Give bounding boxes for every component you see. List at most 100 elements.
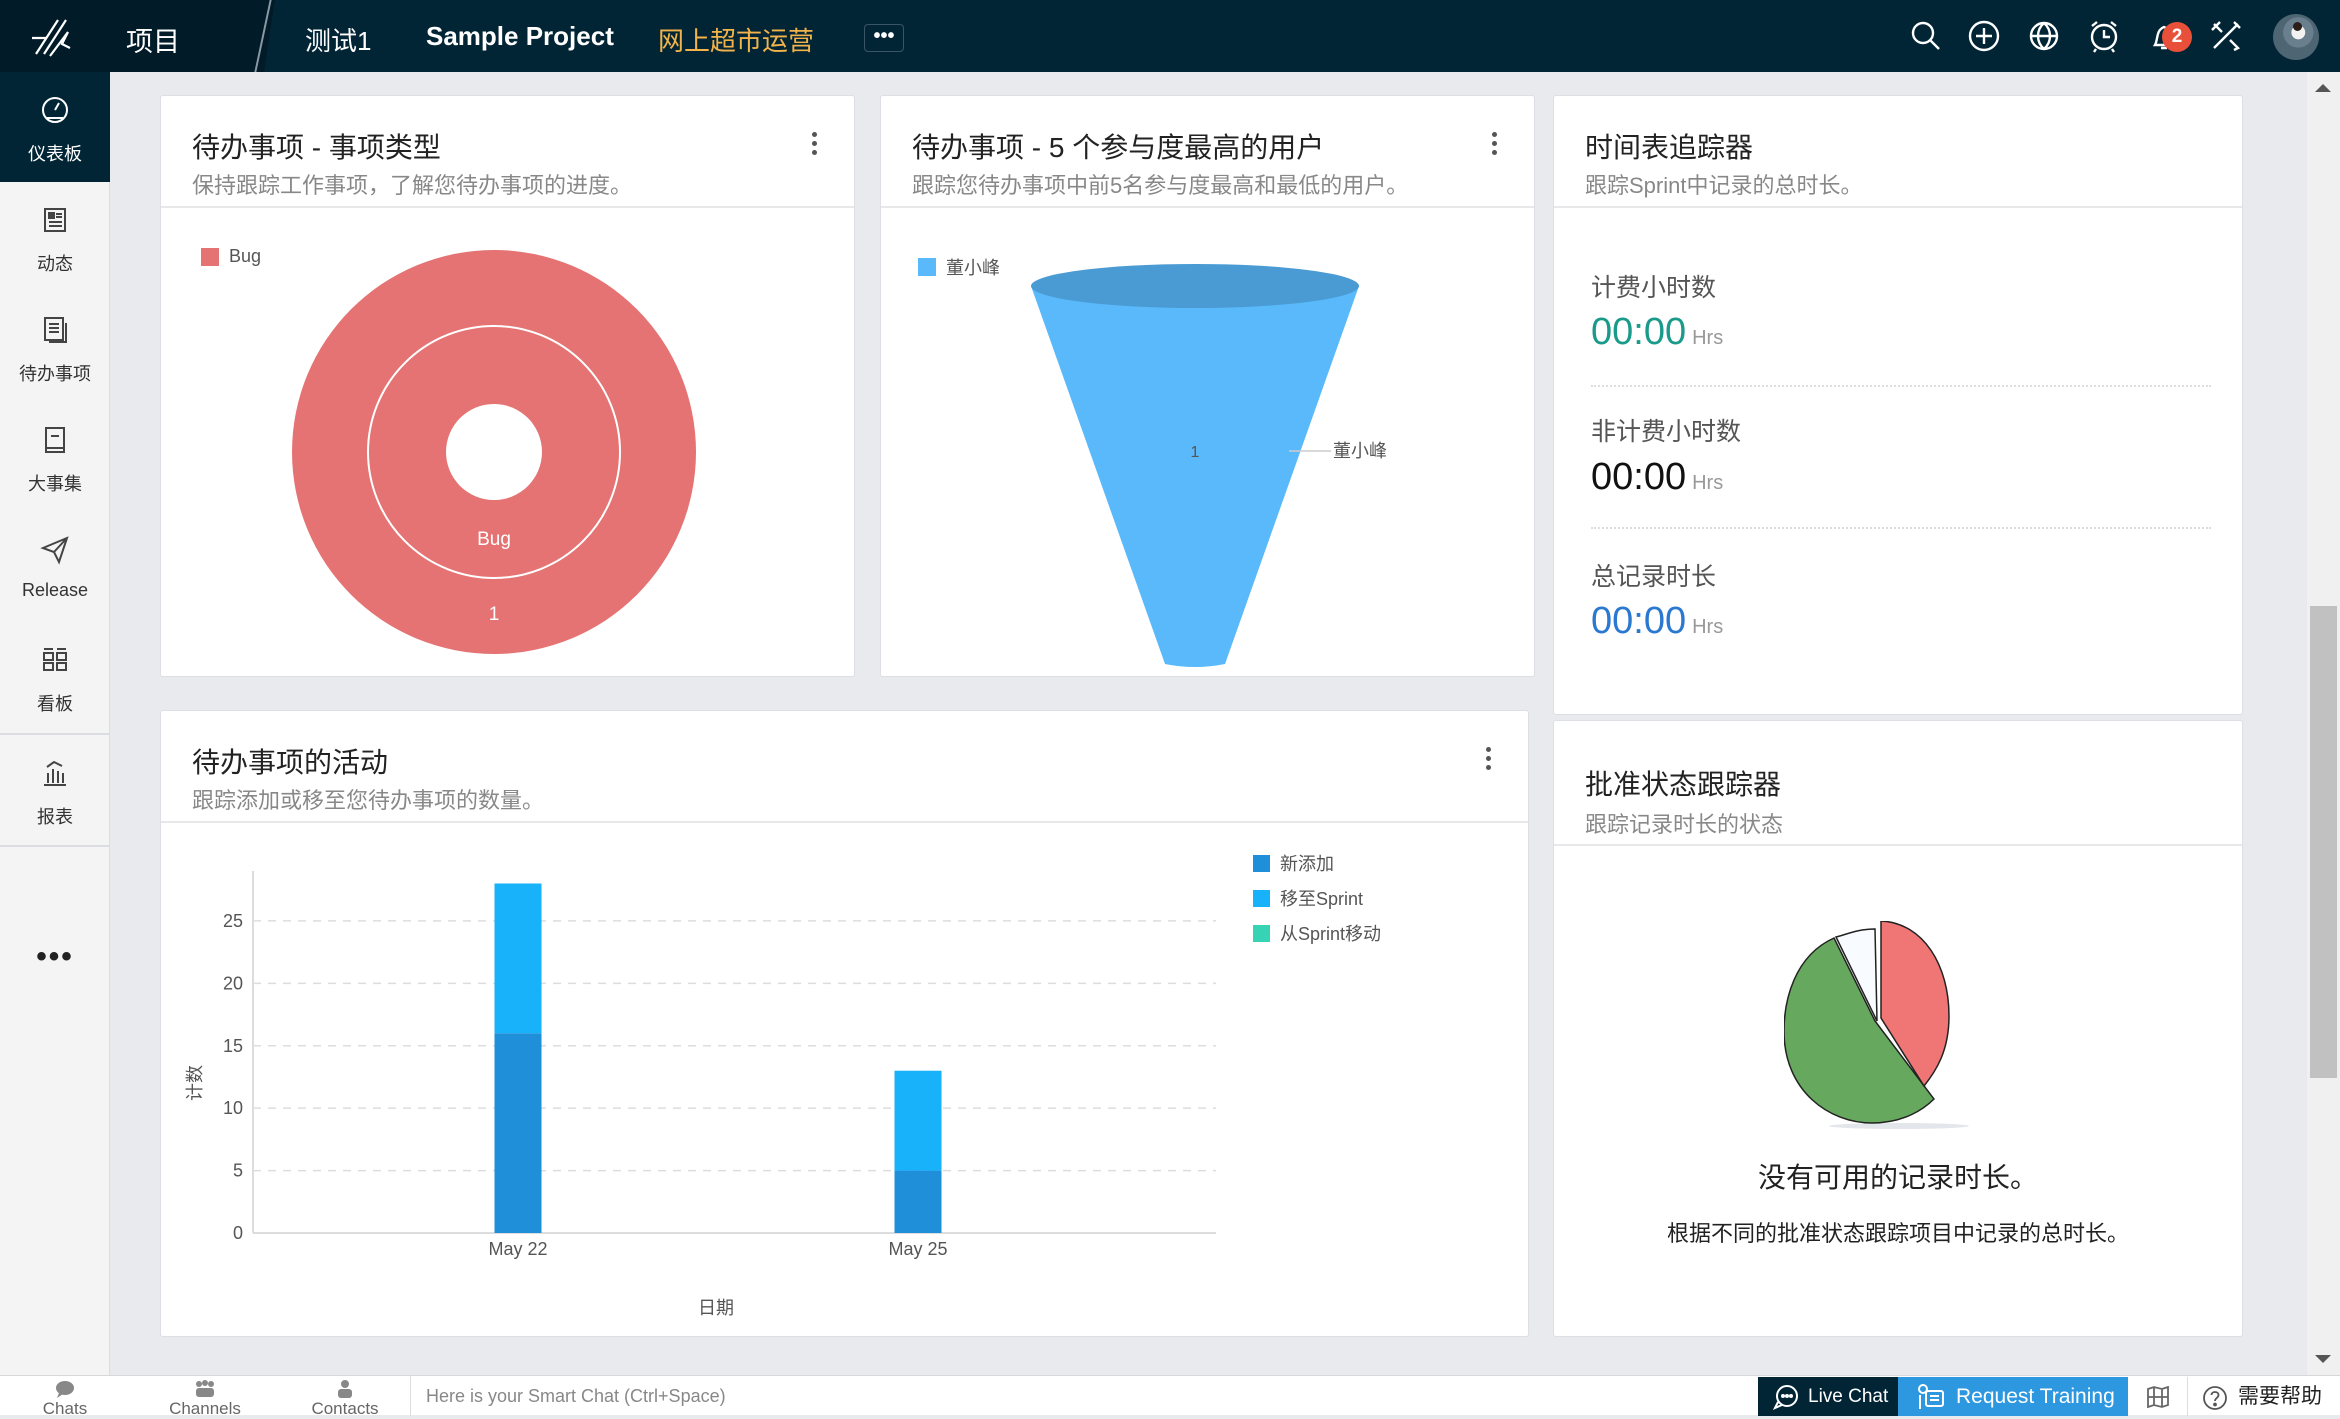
card-title: 时间表追踪器 [1585, 132, 1754, 163]
dashboard-icon [42, 97, 68, 123]
paper-plane-icon [40, 536, 69, 565]
activity-bar-chart: 计数 日期 0 5 10 15 20 25 May 22 May 25 新添加移至Sprint 从… [185, 854, 1381, 1318]
card-subtitle: 保持跟踪工作事项，了解您待办事项的进度。 [192, 173, 633, 198]
sidebar-item-label: 仪表板 [28, 144, 82, 164]
legend-swatch [201, 247, 219, 266]
legend-swatch [918, 258, 936, 276]
legend-swatch[interactable] [1253, 855, 1270, 872]
help-button[interactable]: 需要帮助 [2188, 1377, 2340, 1416]
bar-segment-moved-to-sprint[interactable] [894, 1070, 942, 1171]
pie-shadow [1829, 1123, 1969, 1129]
contacts-tab[interactable]: Contacts [300, 1376, 390, 1418]
sidebar-item-epic[interactable]: 大事集 [0, 402, 110, 512]
app-logo-icon[interactable] [28, 14, 78, 60]
y-tick-label: 15 [223, 1036, 243, 1056]
backlog-icon [44, 317, 67, 343]
billable-hours-label: 计费小时数 [1591, 274, 1717, 302]
tools-icon[interactable] [2208, 18, 2244, 54]
live-chat-icon [1772, 1385, 1798, 1410]
feed-icon [44, 208, 66, 232]
empty-state-title: 没有可用的记录时长。 [1757, 1162, 2038, 1193]
contact-person-icon [338, 1380, 352, 1398]
card-title: 批准状态跟踪器 [1585, 769, 1782, 800]
value-text: 00:00 [1591, 600, 1687, 642]
divider [1554, 206, 2242, 208]
card-title: 待办事项 - 事项类型 [192, 132, 441, 163]
card-subtitle: 跟踪您待办事项中前5名参与度最高和最低的用户。 [912, 173, 1409, 198]
funnel-segment[interactable] [1031, 286, 1359, 667]
unit-text: Hrs [1692, 327, 1724, 349]
channels-group-icon [196, 1380, 214, 1397]
sidebar-divider [0, 845, 110, 847]
inner-ring-label: Bug [477, 529, 511, 550]
y-axis-label: 计数 [185, 1065, 205, 1101]
scroll-down-arrow-icon[interactable] [2315, 1355, 2331, 1363]
sidebar-item-feed[interactable]: 动态 [0, 182, 110, 292]
chats-tab[interactable]: Chats [35, 1376, 95, 1418]
legend-swatch[interactable] [1253, 890, 1270, 907]
breadcrumb-current-project[interactable]: 网上超市运营 [658, 21, 814, 58]
channels-tab[interactable]: Channels [160, 1376, 250, 1418]
card-subtitle: 跟踪记录时长的状态 [1585, 812, 1784, 837]
sidebar-item-reports[interactable]: 报表 [0, 735, 110, 845]
scrollbar-thumb[interactable] [2310, 606, 2337, 1078]
sidebar-item-board[interactable]: 看板 [0, 622, 110, 732]
sidebar-item-dashboard[interactable]: 仪表板 [0, 72, 110, 182]
scroll-up-arrow-icon[interactable] [2315, 84, 2331, 92]
epic-book-icon [45, 427, 65, 453]
sidebar-item-release[interactable]: Release [0, 512, 110, 622]
legend-label[interactable]: 从Sprint移动 [1280, 924, 1381, 944]
user-avatar[interactable] [2273, 14, 2319, 60]
live-chat-button[interactable]: Live Chat [1758, 1377, 1898, 1416]
outer-ring-value-label: 1 [489, 604, 500, 625]
vertical-scrollbar[interactable] [2307, 72, 2340, 1375]
sidebar-more-button[interactable]: ••• [0, 940, 110, 974]
legend-item-user[interactable]: 董小峰 [918, 254, 1000, 280]
card-options-icon[interactable] [1490, 132, 1498, 158]
training-icon [1918, 1384, 1944, 1409]
bar-segment-new-added[interactable] [494, 1033, 542, 1233]
search-icon[interactable] [1908, 18, 1944, 54]
divider [1591, 385, 2211, 387]
legend-label[interactable]: 新添加 [1280, 854, 1334, 874]
live-chat-label: Live Chat [1808, 1386, 1889, 1407]
tab-label: Contacts [311, 1399, 379, 1418]
tab-label: Channels [169, 1399, 241, 1418]
alarm-clock-icon[interactable] [2086, 18, 2122, 54]
card-options-icon[interactable] [810, 132, 818, 158]
reports-icon [44, 760, 66, 786]
breadcrumb-portal[interactable]: 测试1 [305, 21, 371, 58]
card-title: 待办事项 - 5 个参与度最高的用户 [912, 132, 1325, 163]
globe-icon[interactable] [2026, 18, 2062, 54]
card-options-icon[interactable] [1484, 747, 1492, 773]
sidebar-item-backlog[interactable]: 待办事项 [0, 292, 110, 402]
site-map-button[interactable] [2128, 1377, 2188, 1416]
empty-state-description: 根据不同的批准状态跟踪项目中记录的总时长。 [1666, 1221, 2129, 1246]
chat-bubble-icon [56, 1381, 74, 1398]
card-top-users: 待办事项 - 5 个参与度最高的用户 跟踪您待办事项中前5名参与度最高和最低的用… [880, 95, 1535, 677]
smart-chat-input[interactable]: Here is your Smart Chat (Ctrl+Space) [410, 1376, 1760, 1416]
y-tick-label: 10 [223, 1098, 243, 1118]
y-tick-label: 5 [233, 1161, 243, 1181]
bar-segment-new-added[interactable] [894, 1170, 942, 1233]
breadcrumb-project[interactable]: Sample Project [426, 21, 614, 52]
legend-swatch[interactable] [1253, 925, 1270, 942]
card-subtitle: 跟踪添加或移至您待办事项的数量。 [192, 788, 545, 813]
billable-hours-value: 00:00 Hrs [1591, 311, 1723, 354]
request-training-button[interactable]: Request Training [1898, 1377, 2128, 1416]
divider [1591, 527, 2211, 529]
more-projects-button[interactable]: ••• [864, 24, 904, 52]
question-circle-icon [2203, 1386, 2227, 1410]
legend-item-bug[interactable]: Bug [201, 246, 261, 267]
bottom-chat-bar: Chats Channels Contacts Here is your Sma… [0, 1375, 2340, 1418]
legend-label[interactable]: 移至Sprint [1280, 889, 1363, 909]
projects-menu[interactable]: 项目 [126, 20, 180, 59]
add-icon[interactable] [1966, 18, 2002, 54]
card-timesheet-tracker: 时间表追踪器 跟踪Sprint中记录的总时长。 计费小时数 00:00 Hrs 非… [1553, 95, 2243, 715]
non-billable-hours-value: 00:00 Hrs [1591, 456, 1723, 499]
y-tick-label: 20 [223, 973, 243, 993]
y-tick-label: 25 [223, 911, 243, 931]
item-type-donut-chart: Bug 1 [292, 250, 696, 654]
bar-segment-moved-to-sprint[interactable] [494, 883, 542, 1034]
card-approval-tracker: 批准状态跟踪器 跟踪记录时长的状态 没有可用的记录时长。 根据不同的批准状态跟踪… [1553, 720, 2243, 1337]
